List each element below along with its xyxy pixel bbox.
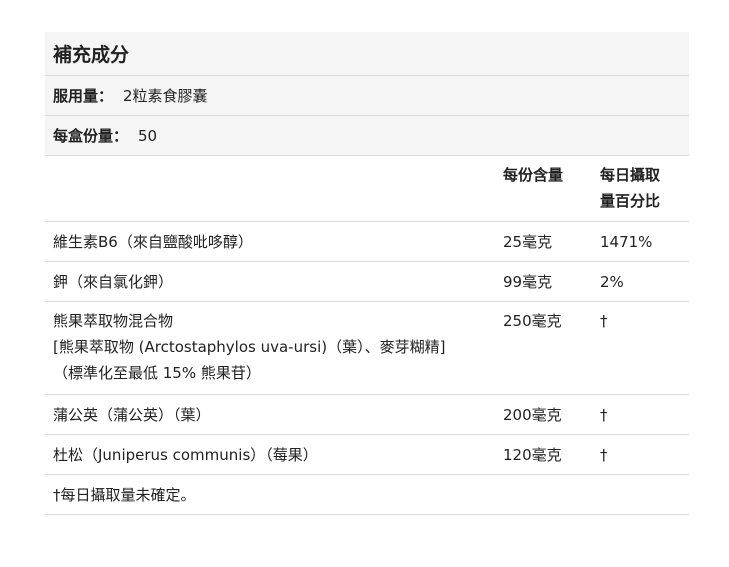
name-column-header	[45, 162, 495, 221]
ingredient-name-line: （標準化至最低 15% 熊果苷）	[53, 364, 261, 382]
ingredient-name-line: 熊果萃取物混合物	[53, 312, 174, 330]
ingredient-name: 蒲公英（蒲公英）（葉）	[53, 406, 211, 424]
daily-value-header-line2: 量百分比	[600, 192, 661, 210]
serving-size-label: 服用量：	[53, 87, 114, 105]
servings-per-container-label: 每盒份量：	[53, 127, 129, 145]
table-row: 鉀（來自氯化鉀） 99毫克 2%	[45, 262, 689, 302]
servings-per-container-value: 50	[138, 126, 158, 145]
ingredient-daily-value: †	[600, 446, 608, 464]
footnote: †每日攝取量未確定。	[45, 475, 689, 515]
serving-size-value: 2粒素食膠囊	[123, 87, 208, 105]
ingredient-name: 杜松（Juniperus communis）（莓果）	[53, 446, 318, 464]
ingredient-daily-value: †	[600, 312, 608, 330]
table-row: 杜松（Juniperus communis）（莓果） 120毫克 †	[45, 435, 689, 475]
table-row: 蒲公英（蒲公英）（葉） 200毫克 †	[45, 395, 689, 435]
daily-value-header-line1: 每日攝取	[600, 166, 661, 184]
ingredient-name: 熊果萃取物混合物 [熊果萃取物 (Arctostaphylos uva-ursi…	[45, 308, 495, 394]
panel-title: 補充成分	[45, 32, 689, 76]
column-header-row: 每份含量 每日攝取 量百分比	[45, 156, 689, 222]
ingredient-name: 維生素B6（來自鹽酸吡哆醇）	[53, 233, 253, 251]
ingredient-amount: 200毫克	[503, 406, 562, 424]
ingredient-daily-value: 2%	[600, 273, 624, 291]
serving-size-row: 服用量： 2粒素食膠囊	[45, 76, 689, 116]
ingredient-name-line: [熊果萃取物 (Arctostaphylos uva-ursi)（葉）、麥芽糊精…	[53, 338, 446, 356]
ingredient-daily-value: †	[600, 406, 608, 424]
supplement-facts-panel: 補充成分 服用量： 2粒素食膠囊 每盒份量： 50 每份含量 每日攝取 量百分比…	[45, 32, 689, 515]
amount-column-header: 每份含量	[503, 166, 564, 184]
table-row: 熊果萃取物混合物 [熊果萃取物 (Arctostaphylos uva-ursi…	[45, 302, 689, 395]
ingredient-amount: 120毫克	[503, 446, 562, 464]
ingredient-daily-value: 1471%	[600, 233, 653, 251]
daily-value-column-header: 每日攝取 量百分比	[592, 162, 689, 221]
ingredient-amount: 99毫克	[503, 273, 553, 291]
servings-per-container-row: 每盒份量： 50	[45, 116, 689, 156]
ingredient-amount: 250毫克	[503, 312, 562, 330]
table-row: 維生素B6（來自鹽酸吡哆醇） 25毫克 1471%	[45, 222, 689, 262]
ingredient-name: 鉀（來自氯化鉀）	[53, 273, 174, 291]
ingredient-amount: 25毫克	[503, 233, 553, 251]
